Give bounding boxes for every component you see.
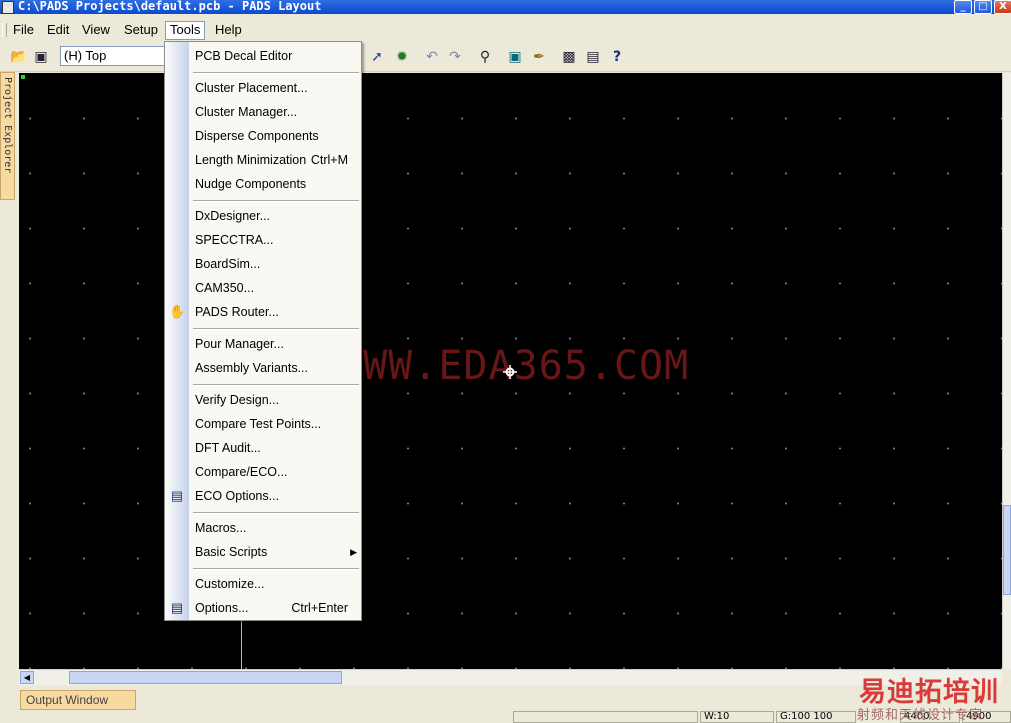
cluster-icon[interactable]: ✹ bbox=[394, 49, 410, 65]
menu-item-boardsim[interactable]: BoardSim... bbox=[165, 253, 361, 275]
close-button[interactable]: X bbox=[994, 0, 1011, 14]
status-width: W:10 bbox=[700, 711, 774, 723]
logo-watermark: 易迪拓培训 射频和天线设计专家 bbox=[855, 670, 1007, 723]
menu-separator bbox=[193, 328, 359, 330]
minimize-button[interactable]: _ bbox=[954, 0, 972, 14]
menu-item-cam350[interactable]: CAM350... bbox=[165, 277, 361, 299]
status-grid: G:100 100 bbox=[776, 711, 856, 723]
menu-item-eco-options[interactable]: ▤ ECO Options... bbox=[165, 485, 361, 507]
menu-item-basic-scripts[interactable]: Basic Scripts ▶ bbox=[165, 541, 361, 563]
logo-subtitle: 射频和天线设计专家 bbox=[857, 708, 984, 723]
verify-icon[interactable]: ▣ bbox=[507, 49, 523, 65]
menu-edit[interactable]: Edit bbox=[43, 21, 73, 38]
options-icon: ▤ bbox=[170, 600, 184, 615]
menu-separator bbox=[193, 200, 359, 202]
zoom-icon[interactable]: ⚲ bbox=[477, 49, 493, 65]
menu-item-pcb-decal-editor[interactable]: PCB Decal Editor bbox=[165, 45, 361, 67]
status-message bbox=[513, 711, 698, 723]
router-icon: ✋ bbox=[169, 304, 186, 319]
crosshair-cursor-icon bbox=[503, 365, 517, 379]
menu-item-options[interactable]: ▤ Options... Ctrl+Enter bbox=[165, 597, 361, 619]
menu-item-cluster-placement[interactable]: Cluster Placement... bbox=[165, 77, 361, 99]
menu-setup[interactable]: Setup bbox=[120, 21, 162, 38]
shortcut-length-minimization: Ctrl+M bbox=[310, 153, 348, 167]
board-outline-line bbox=[241, 618, 242, 670]
menu-separator bbox=[193, 568, 359, 570]
menu-item-nudge-components[interactable]: Nudge Components bbox=[165, 173, 361, 195]
open-icon[interactable]: 📂 bbox=[10, 49, 27, 65]
redo-icon[interactable]: ↷ bbox=[447, 49, 463, 65]
menu-item-compare-eco[interactable]: Compare/ECO... bbox=[165, 461, 361, 483]
menu-item-customize[interactable]: Customize... bbox=[165, 573, 361, 595]
maximize-button[interactable]: □ bbox=[974, 0, 992, 14]
route-icon[interactable]: ➚ bbox=[369, 49, 385, 65]
app-icon bbox=[2, 1, 14, 14]
menu-item-disperse-components[interactable]: Disperse Components bbox=[165, 125, 361, 147]
menu-item-dft-audit[interactable]: DFT Audit... bbox=[165, 437, 361, 459]
horizontal-scroll-thumb[interactable] bbox=[69, 671, 342, 684]
window-icon[interactable]: ▤ bbox=[585, 49, 601, 65]
menu-item-length-minimization[interactable]: Length Minimization Ctrl+M bbox=[165, 149, 361, 171]
layer-select[interactable]: (H) Top bbox=[60, 46, 166, 66]
menu-item-pads-router[interactable]: ✋ PADS Router... bbox=[165, 301, 361, 323]
menu-separator bbox=[193, 512, 359, 514]
menu-item-cluster-manager[interactable]: Cluster Manager... bbox=[165, 101, 361, 123]
menu-view[interactable]: View bbox=[78, 21, 114, 38]
project-explorer-label: Project Explorer bbox=[2, 77, 13, 174]
menu-grip bbox=[2, 23, 7, 37]
report-icon[interactable]: ▩ bbox=[561, 49, 577, 65]
menu-file[interactable]: File bbox=[9, 21, 38, 38]
menu-separator bbox=[193, 384, 359, 386]
menu-item-pour-manager[interactable]: Pour Manager... bbox=[165, 333, 361, 355]
vertical-scrollbar[interactable] bbox=[1002, 73, 1011, 669]
menu-item-macros[interactable]: Macros... bbox=[165, 517, 361, 539]
menu-separator bbox=[193, 72, 359, 74]
help-icon[interactable]: ? bbox=[609, 49, 625, 65]
menu-item-assembly-variants[interactable]: Assembly Variants... bbox=[165, 357, 361, 379]
scroll-left-arrow-icon[interactable]: ◀ bbox=[20, 671, 34, 684]
window-title: C:\PADS Projects\default.pcb - PADS Layo… bbox=[18, 0, 322, 13]
shortcut-options: Ctrl+Enter bbox=[291, 601, 348, 615]
eco-options-icon: ▤ bbox=[170, 488, 184, 503]
menu-item-verify-design[interactable]: Verify Design... bbox=[165, 389, 361, 411]
save-icon[interactable]: ▣ bbox=[33, 49, 49, 65]
origin-marker bbox=[21, 75, 25, 79]
menu-bar: File Edit View Setup Tools Help bbox=[0, 19, 1011, 41]
title-bar: C:\PADS Projects\default.pcb - PADS Layo… bbox=[0, 0, 1011, 14]
toolbar: 📂 ▣ (H) Top ➚ ✹ ↶ ↷ ⚲ ▣ ✒ ▩ ▤ ? bbox=[0, 43, 1011, 72]
tools-menu: PCB Decal Editor Cluster Placement... Cl… bbox=[164, 41, 362, 621]
menu-item-specctra[interactable]: SPECCTRA... bbox=[165, 229, 361, 251]
output-window-tab[interactable]: Output Window bbox=[20, 690, 136, 710]
project-explorer-tab[interactable]: Project Explorer bbox=[0, 72, 15, 200]
menu-help[interactable]: Help bbox=[211, 21, 246, 38]
undo-icon[interactable]: ↶ bbox=[424, 49, 440, 65]
menu-item-dxdesigner[interactable]: DxDesigner... bbox=[165, 205, 361, 227]
menu-tools[interactable]: Tools bbox=[165, 21, 206, 40]
clear-icon[interactable]: ✒ bbox=[531, 49, 547, 65]
vertical-scroll-thumb[interactable] bbox=[1003, 505, 1011, 595]
menu-item-compare-test-points[interactable]: Compare Test Points... bbox=[165, 413, 361, 435]
submenu-arrow-icon: ▶ bbox=[350, 547, 357, 557]
